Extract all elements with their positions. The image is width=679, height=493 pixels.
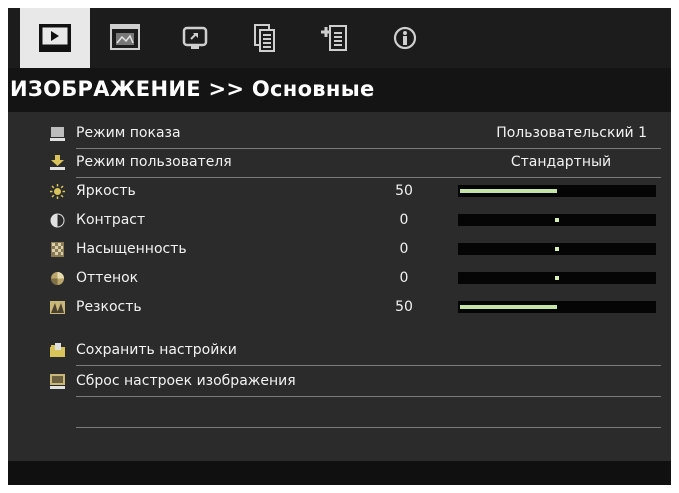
tab-bar <box>8 8 671 68</box>
contrast-slider-marker <box>555 218 559 222</box>
display-mode-label: Режим показа <box>76 125 181 141</box>
sharpness-value: 50 <box>395 299 413 315</box>
brightness-value: 50 <box>395 183 413 199</box>
save-settings-label: Сохранить настройки <box>76 342 237 358</box>
contrast-icon <box>50 213 65 228</box>
document-plus-icon <box>321 25 347 51</box>
display-mode-value: Пользовательский 1 <box>496 125 647 141</box>
contrast-label: Контраст <box>76 212 146 228</box>
contrast-slider[interactable] <box>458 214 656 226</box>
saturation-slider[interactable] <box>458 243 656 255</box>
page-title: ИЗОБРАЖЕНИЕ >> Основные <box>10 77 375 101</box>
sun-icon <box>50 184 65 199</box>
hue-label: Оттенок <box>76 270 139 286</box>
menu-item-contrast[interactable]: Контраст 0 <box>8 207 671 236</box>
download-arrow-icon <box>50 155 65 170</box>
tab-options2[interactable] <box>300 8 370 68</box>
bottom-bar <box>8 461 671 485</box>
user-mode-value: Стандартный <box>510 154 612 170</box>
info-settings-icon <box>393 26 417 50</box>
menu-item-saturation[interactable]: Насыщенность 0 <box>8 236 671 265</box>
tab-info[interactable] <box>370 8 440 68</box>
empty-row <box>8 399 671 428</box>
menu-item-user-mode[interactable]: Режим пользователя Стандартный <box>8 149 671 178</box>
monitor-setup-icon <box>182 26 208 49</box>
tab-display[interactable] <box>90 8 160 68</box>
hue-slider-marker <box>555 276 559 280</box>
contrast-value: 0 <box>399 212 409 228</box>
image-play-icon <box>39 24 71 52</box>
film-reset-icon <box>50 374 65 389</box>
brightness-slider[interactable] <box>458 185 656 197</box>
tab-image[interactable] <box>20 8 90 68</box>
reset-image-label: Сброс настроек изображения <box>76 373 296 389</box>
document-options-icon <box>254 24 275 52</box>
tab-options[interactable] <box>230 8 300 68</box>
osd-menu: ИЗОБРАЖЕНИЕ >> Основные Режим показа Пол… <box>8 8 671 485</box>
sharpness-slider-fill <box>460 305 557 309</box>
brightness-label: Яркость <box>76 183 136 199</box>
saturation-slider-marker <box>555 247 559 251</box>
title-bar: ИЗОБРАЖЕНИЕ >> Основные <box>8 68 671 112</box>
hue-icon <box>51 272 64 285</box>
brightness-slider-fill <box>460 189 557 193</box>
divider <box>76 365 661 366</box>
user-mode-label: Режим пользователя <box>76 154 232 170</box>
saturation-value: 0 <box>399 241 409 257</box>
sharpness-label: Резкость <box>76 299 142 315</box>
sharpness-icon <box>50 301 65 314</box>
menu-content: Режим показа Пользовательский 1 Режим по… <box>8 112 671 461</box>
menu-item-brightness[interactable]: Яркость 50 <box>8 178 671 207</box>
sharpness-slider[interactable] <box>458 301 656 313</box>
saturation-label: Насыщенность <box>76 241 187 257</box>
tab-setup[interactable] <box>160 8 230 68</box>
menu-item-save-settings[interactable]: Сохранить настройки <box>8 337 671 366</box>
menu-item-reset-image[interactable]: Сброс настроек изображения <box>8 368 671 397</box>
menu-item-sharpness[interactable]: Резкость 50 <box>8 294 671 323</box>
menu-item-hue[interactable]: Оттенок 0 <box>8 265 671 294</box>
hue-slider[interactable] <box>458 272 656 284</box>
folder-save-icon <box>50 343 65 357</box>
divider <box>76 427 661 428</box>
menu-item-display-mode[interactable]: Режим показа Пользовательский 1 <box>8 120 671 149</box>
hue-value: 0 <box>399 270 409 286</box>
monitor-icon <box>50 127 65 141</box>
divider <box>76 396 661 397</box>
saturation-grid-icon <box>51 242 64 257</box>
film-display-icon <box>110 24 140 50</box>
